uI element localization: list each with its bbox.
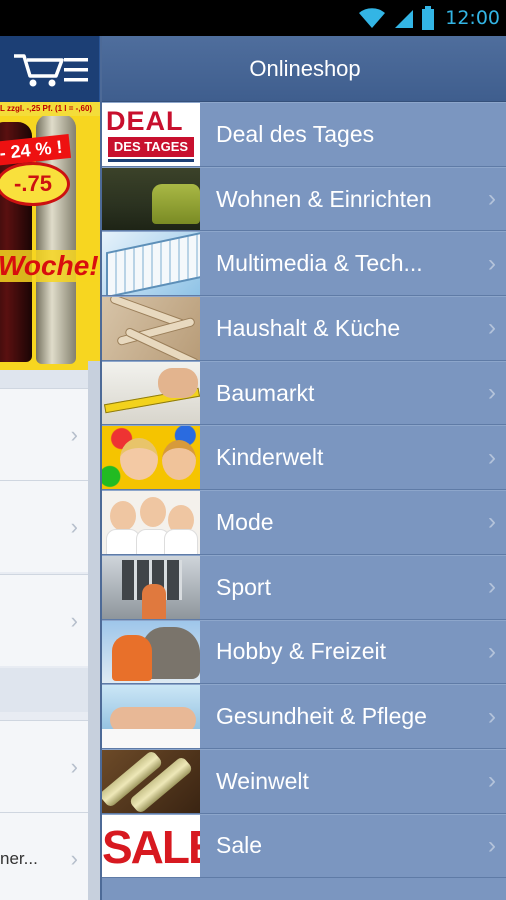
chevron-right-icon: › xyxy=(488,573,496,601)
list-item[interactable]: › xyxy=(0,388,88,480)
menu-item-label: Haushalt & Küche xyxy=(216,314,401,341)
clock: 12:00 xyxy=(445,7,500,29)
background-screen: L zzgl. -,25 Pf. (1 l = -,60) - 24 % ! -… xyxy=(0,36,100,900)
menu-item-label: Sale xyxy=(216,832,263,859)
menu-item-deal-des-tages[interactable]: DEAL DES TAGES Deal des Tages xyxy=(102,102,506,167)
cart-menu-icon xyxy=(14,54,88,87)
menu-item-label: Wohnen & Einrichten xyxy=(216,185,432,212)
menu-item-label: Hobby & Freizeit xyxy=(216,638,387,665)
section-divider xyxy=(0,668,100,712)
chevron-right-icon: › xyxy=(70,845,78,871)
battery-icon xyxy=(422,6,435,30)
cart-menu-button[interactable] xyxy=(12,50,92,90)
deal-logo-subtext: DES TAGES xyxy=(108,137,194,157)
menu-item-kinderwelt[interactable]: Kinderwelt › xyxy=(102,425,506,491)
chevron-right-icon: › xyxy=(488,508,496,536)
status-icons: 12:00 xyxy=(357,6,500,30)
sofa-thumbnail xyxy=(102,167,200,231)
wellness-thumbnail xyxy=(102,685,200,748)
drawer-title: Onlineshop xyxy=(249,56,361,81)
menu-item-sport[interactable]: Sport › xyxy=(102,554,506,620)
cell-signal-icon xyxy=(395,10,414,28)
kitchen-tools-thumbnail xyxy=(102,297,200,360)
drawer-header: Onlineshop xyxy=(102,36,506,102)
menu-item-label: Sport xyxy=(216,573,271,600)
chevron-right-icon: › xyxy=(70,513,78,539)
category-menu: DEAL DES TAGES Deal des Tages Wohnen & E… xyxy=(102,102,506,879)
menu-item-label: Weinwelt xyxy=(216,767,309,794)
deal-thumbnail: DEAL DES TAGES xyxy=(102,103,200,166)
app-header xyxy=(0,36,100,102)
navigation-drawer: Onlineshop DEAL DES TAGES Deal des Tages… xyxy=(100,36,506,900)
menu-item-weinwelt[interactable]: Weinwelt › xyxy=(102,748,506,814)
list-item[interactable]: › xyxy=(0,574,88,666)
list-item[interactable]: › xyxy=(0,480,88,572)
keyboard-thumbnail xyxy=(102,232,200,296)
menu-item-hobby-freizeit[interactable]: Hobby & Freizeit › xyxy=(102,619,506,685)
chevron-right-icon: › xyxy=(70,753,78,779)
chevron-right-icon: › xyxy=(488,702,496,730)
menu-item-haushalt-kueche[interactable]: Haushalt & Küche › xyxy=(102,296,506,361)
sale-logo-text: SALE xyxy=(102,820,200,873)
promo-banner[interactable]: L zzgl. -,25 Pf. (1 l = -,60) - 24 % ! -… xyxy=(0,102,100,370)
scroll-track xyxy=(88,361,100,900)
chevron-right-icon: › xyxy=(488,767,496,795)
chevron-right-icon: › xyxy=(488,831,496,859)
menu-item-label: Baumarkt xyxy=(216,379,315,406)
promo-fineprint: L zzgl. -,25 Pf. (1 l = -,60) xyxy=(0,102,100,116)
sport-thumbnail xyxy=(102,555,200,619)
chevron-right-icon: › xyxy=(70,607,78,633)
children-thumbnail xyxy=(102,426,200,490)
chevron-right-icon: › xyxy=(488,443,496,471)
menu-item-label: Multimedia & Tech... xyxy=(216,250,423,277)
list-item-label: ner... xyxy=(0,848,38,868)
wine-thumbnail xyxy=(102,749,200,813)
family-thumbnail xyxy=(102,491,200,554)
chevron-right-icon: › xyxy=(70,421,78,447)
menu-item-label: Gesundheit & Pflege xyxy=(216,703,427,730)
menu-item-label: Kinderwelt xyxy=(216,444,324,471)
chevron-right-icon: › xyxy=(488,637,496,665)
chevron-right-icon: › xyxy=(488,314,496,342)
wifi-icon xyxy=(359,8,386,28)
chevron-right-icon: › xyxy=(488,249,496,277)
list-item[interactable]: › xyxy=(0,720,88,812)
sale-thumbnail: SALE xyxy=(102,814,200,878)
chevron-right-icon: › xyxy=(488,379,496,407)
measuring-tape-thumbnail xyxy=(102,361,200,425)
list-item[interactable]: ner... › xyxy=(0,812,88,900)
menu-item-gesundheit-pflege[interactable]: Gesundheit & Pflege › xyxy=(102,684,506,749)
chevron-right-icon: › xyxy=(488,185,496,213)
menu-item-label: Mode xyxy=(216,508,274,535)
menu-item-baumarkt[interactable]: Baumarkt › xyxy=(102,360,506,426)
status-bar: 12:00 xyxy=(0,0,506,36)
promo-word: Woche! xyxy=(0,250,100,282)
menu-item-mode[interactable]: Mode › xyxy=(102,490,506,555)
menu-item-wohnen-einrichten[interactable]: Wohnen & Einrichten › xyxy=(102,166,506,232)
deal-logo-text: DEAL xyxy=(106,106,184,136)
menu-item-multimedia-technik[interactable]: Multimedia & Tech... › xyxy=(102,231,506,297)
menu-item-label: Deal des Tages xyxy=(216,120,375,147)
menu-item-sale[interactable]: SALE Sale › xyxy=(102,813,506,879)
hobby-thumbnail xyxy=(102,620,200,684)
